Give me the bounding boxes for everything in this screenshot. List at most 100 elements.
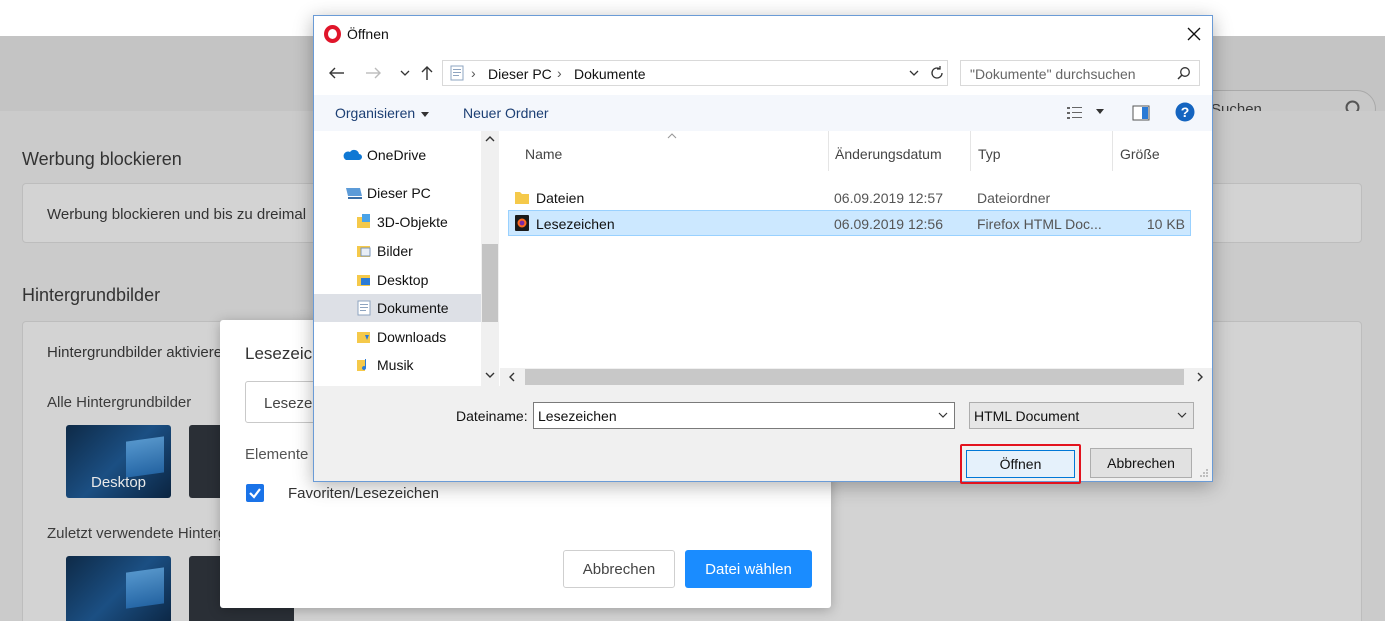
column-divider[interactable] (1112, 131, 1113, 171)
refresh-icon[interactable] (929, 65, 945, 81)
tree-item-this-pc[interactable]: Dieser PC (314, 179, 481, 207)
help-icon[interactable]: ? (1175, 102, 1195, 122)
close-icon[interactable] (1184, 24, 1204, 44)
documents-folder-icon (357, 300, 371, 316)
new-folder-button[interactable]: Neuer Ordner (463, 105, 549, 121)
opera-logo-icon (324, 25, 341, 43)
tree-item-label: 3D-Objekte (377, 214, 448, 230)
tree-item-pictures[interactable]: Bilder (314, 237, 481, 265)
navigation-scrollbar[interactable] (481, 131, 499, 386)
file-size: 10 KB (1146, 216, 1185, 232)
breadcrumb-separator: › (557, 65, 562, 81)
tree-item-documents[interactable]: Dokumente (314, 294, 481, 322)
music-folder-icon (357, 359, 367, 371)
column-divider[interactable] (828, 131, 829, 171)
tree-item-music[interactable]: Musik (314, 351, 481, 379)
tree-item-desktop[interactable]: Desktop (314, 266, 481, 294)
recent-wallpaper-thumb[interactable] (66, 556, 171, 621)
dialog-titlebar[interactable]: Öffnen (314, 16, 1212, 52)
choose-file-button[interactable]: Datei wählen (685, 550, 812, 588)
import-items-heading: Elemente (245, 446, 309, 463)
tree-item-label: Downloads (377, 329, 447, 345)
back-arrow-icon[interactable] (328, 64, 346, 82)
breadcrumb-this-pc[interactable]: Dieser PC (488, 66, 552, 82)
filename-value: Lesezeichen (538, 408, 617, 424)
file-name: Dateien (536, 190, 585, 206)
resize-grip-icon[interactable] (1199, 468, 1209, 478)
view-options-icon[interactable] (1066, 105, 1084, 121)
tree-item-3d-objects[interactable]: 3D-Objekte (314, 208, 481, 236)
svg-text:?: ? (1181, 104, 1190, 120)
windows-logo-graphic (126, 436, 164, 478)
3d-objects-icon (357, 214, 370, 228)
chevron-down-icon[interactable] (907, 66, 921, 80)
tree-item-label: Dieser PC (367, 185, 431, 201)
navigation-bar: › Dieser PC › Dokumente "Dokumente" durc… (314, 52, 1212, 92)
caret-down-icon (421, 111, 430, 117)
scroll-down-icon[interactable] (485, 371, 495, 379)
wallpapers-toggle-label: Hintergrundbilder aktivieren (47, 344, 231, 361)
file-date: 06.09.2019 12:57 (834, 190, 943, 206)
chevron-down-icon (1177, 412, 1187, 418)
folder-icon (515, 192, 529, 204)
pictures-folder-icon (357, 246, 371, 257)
tree-item-downloads[interactable]: Downloads (314, 323, 481, 351)
file-name: Lesezeichen (536, 216, 615, 232)
forward-arrow-icon[interactable] (364, 64, 382, 82)
file-list-horizontal-scrollbar[interactable] (500, 368, 1212, 386)
documents-location-icon (450, 65, 464, 81)
scrollbar-thumb[interactable] (525, 369, 1184, 385)
tree-item-label: Dokumente (377, 300, 449, 316)
search-icon (1177, 67, 1190, 80)
downloads-folder-icon (357, 332, 370, 343)
filetype-value: HTML Document (974, 408, 1080, 424)
column-header-date[interactable]: Änderungsdatum (835, 146, 942, 162)
onedrive-icon (343, 149, 362, 160)
breadcrumb-documents[interactable]: Dokumente (574, 66, 646, 82)
file-row-dateien[interactable]: Dateien 06.09.2019 12:57 Dateiordner (508, 185, 1191, 211)
wallpaper-thumb-desktop[interactable]: Desktop (66, 425, 171, 498)
column-header-name[interactable]: Name (525, 146, 562, 162)
scroll-up-icon[interactable] (485, 135, 495, 143)
ad-block-label: Werbung blockieren und bis zu dreimal (47, 206, 307, 223)
scrollbar-thumb[interactable] (482, 244, 498, 322)
file-row-lesezeichen[interactable]: Lesezeichen 06.09.2019 12:56 Firefox HTM… (508, 210, 1191, 236)
open-button[interactable]: Öffnen (966, 450, 1075, 478)
favorites-checkbox-label: Favoriten/Lesezeichen (288, 485, 439, 502)
file-type: Firefox HTML Doc... (977, 216, 1102, 232)
tree-item-onedrive[interactable]: OneDrive (314, 141, 481, 169)
windows-logo-graphic (126, 567, 164, 609)
file-type: Dateiordner (977, 190, 1051, 206)
cancel-button[interactable]: Abbrechen (1090, 448, 1192, 478)
scroll-left-icon[interactable] (508, 372, 516, 382)
caret-down-icon[interactable] (1096, 109, 1104, 115)
column-header-type[interactable]: Typ (978, 146, 1001, 162)
tree-item-label: OneDrive (367, 147, 427, 163)
desktop-folder-icon (357, 275, 370, 286)
open-button-highlight: Öffnen (960, 444, 1081, 484)
tree-item-label: Bilder (377, 243, 413, 259)
recent-locations-chevron-icon[interactable] (396, 64, 414, 82)
breadcrumb-separator: › (471, 65, 476, 81)
computer-icon (346, 188, 362, 199)
chevron-down-icon[interactable] (937, 410, 949, 420)
address-bar[interactable]: › Dieser PC › Dokumente (442, 60, 948, 86)
folder-search-input[interactable]: "Dokumente" durchsuchen (960, 60, 1200, 86)
up-arrow-icon[interactable] (418, 64, 436, 82)
column-divider[interactable] (970, 131, 971, 171)
checkmark-icon (249, 488, 261, 499)
scroll-right-icon[interactable] (1196, 372, 1204, 382)
organize-menu[interactable]: Organisieren (335, 105, 430, 121)
dialog-footer: Dateiname: Lesezeichen HTML Document Öff… (314, 386, 1212, 484)
firefox-html-file-icon (515, 215, 529, 231)
column-header-size[interactable]: Größe (1120, 146, 1160, 162)
import-cancel-button[interactable]: Abbrechen (563, 550, 675, 588)
section-title-wallpapers: Hintergrundbilder (22, 285, 161, 305)
filetype-select[interactable]: HTML Document (969, 402, 1194, 429)
sort-ascending-icon (667, 133, 677, 139)
favorites-checkbox[interactable] (246, 484, 264, 502)
filename-input[interactable]: Lesezeichen (533, 402, 955, 429)
preview-pane-icon[interactable] (1132, 105, 1150, 121)
file-open-dialog: Öffnen › Dieser PC › Dokumente "Dokument… (313, 15, 1213, 484)
navigation-pane: OneDrive Dieser PC 3D-Objekte Bilder Des… (314, 131, 500, 386)
